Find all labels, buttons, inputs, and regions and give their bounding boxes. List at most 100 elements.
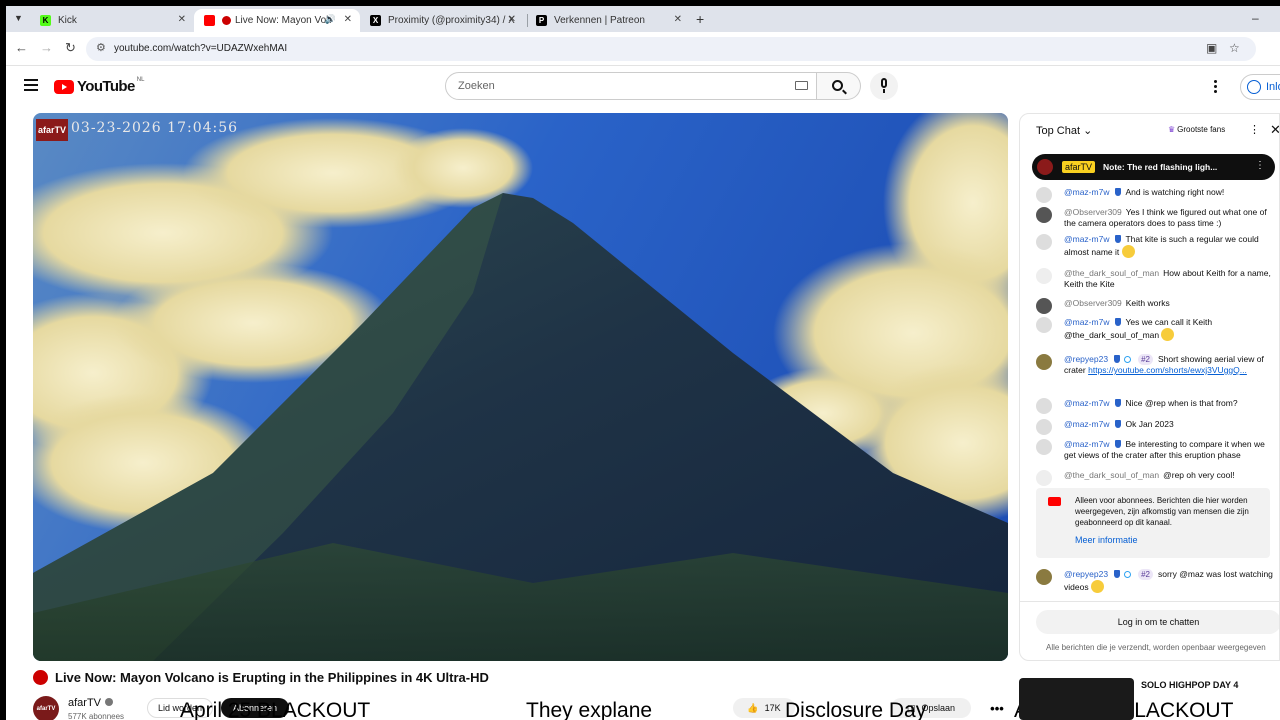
search-input[interactable]: Zoeken [445, 72, 817, 100]
user-avatar [1036, 398, 1052, 414]
video-title-row: Live Now: Mayon Volcano is Erupting in t… [33, 670, 489, 685]
top-fans-label: Grootste fans [1177, 125, 1226, 134]
tab-kick[interactable]: K Kick ✕ [30, 9, 194, 32]
message-link[interactable]: https://youtube.com/shorts/ewxj3VUggQ... [1088, 365, 1247, 375]
more-info-link[interactable]: Meer informatie [1075, 535, 1138, 545]
back-icon[interactable]: ← [15, 40, 28, 55]
kick-icon: K [40, 15, 51, 26]
close-tab-icon[interactable]: ✕ [178, 14, 186, 25]
chat-options-icon[interactable]: ⋮ [1249, 123, 1260, 136]
keyboard-icon[interactable] [795, 81, 808, 90]
youtube-logo[interactable]: YouTube NL [54, 77, 144, 95]
chat-message[interactable]: @the_dark_soul_of_man How about Keith for… [1036, 268, 1276, 290]
more-actions-button[interactable]: ••• [985, 698, 1009, 718]
tab-search-icon[interactable]: ▼ [14, 13, 23, 23]
volcano-video-frame [33, 113, 1008, 661]
top-fans-button[interactable]: ♛ Grootste fans [1168, 125, 1225, 134]
message-author: @Observer309 [1064, 207, 1122, 217]
chat-message[interactable]: @the_dark_soul_of_man @rep oh very cool! [1036, 470, 1276, 486]
url-text[interactable]: youtube.com/watch?v=UDAZWxehMAI [114, 43, 287, 54]
minimize-icon[interactable]: – [1252, 11, 1259, 25]
sign-in-label: Inlo [1266, 81, 1280, 93]
login-to-chat-button[interactable]: Log in om te chatten [1036, 610, 1279, 634]
subscribers-only-notice: Alleen voor abonnees. Berichten die hier… [1036, 488, 1270, 558]
chat-message[interactable]: @Observer309 Keith works [1036, 298, 1276, 314]
forward-icon[interactable]: → [40, 40, 53, 55]
voice-search-button[interactable] [870, 72, 898, 100]
address-bar[interactable]: ⚙ youtube.com/watch?v=UDAZWxehMAI ▣ ☆ [86, 37, 1256, 61]
x-icon: X [370, 15, 381, 26]
message-text: Nice @rep when is that from? [1125, 398, 1238, 408]
install-app-icon[interactable]: ▣ [1206, 41, 1217, 55]
user-avatar [1036, 439, 1052, 455]
search-placeholder: Zoeken [458, 80, 495, 92]
youtube-header: YouTube NL Zoeken Inlo [6, 68, 1280, 108]
next-video-title[interactable]: SOLO HIGHPOP DAY 4 [1141, 680, 1238, 690]
overlay-caption: Disclosure Day [785, 699, 927, 720]
youtube-wordmark: YouTube [77, 78, 135, 95]
tab-strip: ▼ K Kick ✕ Live Now: Mayon Volca 🔊 ✕ X P… [6, 6, 1280, 32]
live-indicator-icon [33, 670, 48, 685]
bookmark-star-icon[interactable]: ☆ [1229, 41, 1240, 55]
pinned-message[interactable]: afarTV Note: The red flashing ligh... ⋮ [1032, 154, 1275, 180]
message-author: @maz-m7w [1064, 439, 1110, 449]
message-text: @rep oh very cool! [1163, 470, 1235, 480]
patreon-icon: P [536, 15, 547, 26]
search-button[interactable] [817, 72, 861, 100]
next-video-thumbnail[interactable] [1019, 678, 1134, 720]
sign-in-button[interactable]: Inlo [1240, 74, 1280, 100]
recording-icon [222, 16, 231, 25]
chat-message[interactable]: @Observer309 Yes I think we figured out w… [1036, 207, 1276, 229]
user-avatar [1036, 234, 1052, 250]
pinned-text: Note: The red flashing ligh... [1103, 162, 1218, 172]
new-tab-button[interactable]: + [696, 11, 704, 27]
message-author: @maz-m7w [1064, 234, 1110, 244]
account-icon [1247, 80, 1261, 94]
channel-avatar[interactable]: afarTV [33, 696, 59, 720]
close-chat-icon[interactable]: ✕ [1270, 122, 1279, 138]
owner-badge: afarTV [1062, 161, 1096, 173]
message-author: @the_dark_soul_of_man [1064, 470, 1160, 480]
chat-message[interactable]: @maz-m7w Be interesting to compare it whe… [1036, 439, 1276, 461]
chat-footer-text: Alle berichten die je verzendt, worden o… [1046, 643, 1266, 652]
chat-mode-dropdown[interactable]: Top Chat ⌄ [1036, 124, 1092, 137]
fan-rank-badge: #2 [1138, 354, 1153, 365]
chat-message[interactable]: @maz-m7w Ok Jan 2023 [1036, 419, 1276, 435]
live-chat-panel: Top Chat ⌄ ♛ Grootste fans ⋮ ✕ afarTV Not… [1019, 113, 1280, 661]
youtube-icon [1048, 497, 1061, 506]
grin-emoji-icon [1121, 245, 1135, 258]
user-avatar [1036, 187, 1052, 203]
site-info-icon[interactable]: ⚙ [96, 41, 106, 54]
chat-message[interactable]: @maz-m7w That kite is such a regular we c… [1036, 234, 1276, 258]
search-icon [832, 80, 843, 91]
user-avatar [1036, 354, 1052, 370]
tab-youtube-active[interactable]: Live Now: Mayon Volca 🔊 ✕ [194, 9, 360, 32]
video-player[interactable]: afarTV 03-23-2026 17:04:56 [33, 113, 1008, 661]
chat-message[interactable]: @repyep23 #2 sorry @maz was lost watching … [1036, 569, 1276, 593]
browser-toolbar: ← → ↻ ⚙ youtube.com/watch?v=UDAZWxehMAI … [6, 32, 1280, 66]
chat-message[interactable]: @maz-m7w Nice @rep when is that from? [1036, 398, 1276, 414]
youtube-icon [204, 15, 215, 26]
message-author: @maz-m7w [1064, 187, 1110, 197]
message-text: And is watching right now! [1125, 187, 1225, 197]
tab-patreon[interactable]: P Verkennen | Patreon ✕ [526, 9, 690, 32]
tab-title: Kick [58, 15, 77, 26]
close-tab-icon[interactable]: ✕ [344, 14, 352, 25]
menu-icon[interactable] [24, 79, 38, 94]
channel-name[interactable]: afarTV [68, 697, 114, 709]
camera-logo: afarTV [36, 119, 68, 141]
chevron-down-icon: ⌄ [1083, 125, 1093, 137]
user-avatar [1036, 569, 1052, 585]
chat-message[interactable]: @maz-m7w And is watching right now! [1036, 187, 1276, 203]
chat-message[interactable]: @maz-m7w Yes we can call it Keith @the_da… [1036, 317, 1276, 341]
chat-message[interactable]: @repyep23 #2 Short showing aerial view of … [1036, 354, 1276, 376]
close-tab-icon[interactable]: ✕ [674, 14, 682, 25]
thumbs-up-icon: 👍 [747, 702, 759, 713]
pinned-options-icon[interactable]: ⋮ [1255, 160, 1265, 171]
close-tab-icon[interactable]: ✕ [508, 14, 516, 25]
reload-icon[interactable]: ↻ [65, 40, 76, 56]
moderator-icon [1115, 440, 1122, 448]
tab-x[interactable]: X Proximity (@proximity34) / X ✕ [360, 9, 524, 32]
settings-kebab-icon[interactable] [1214, 80, 1218, 95]
audio-icon[interactable]: 🔊 [325, 14, 336, 25]
